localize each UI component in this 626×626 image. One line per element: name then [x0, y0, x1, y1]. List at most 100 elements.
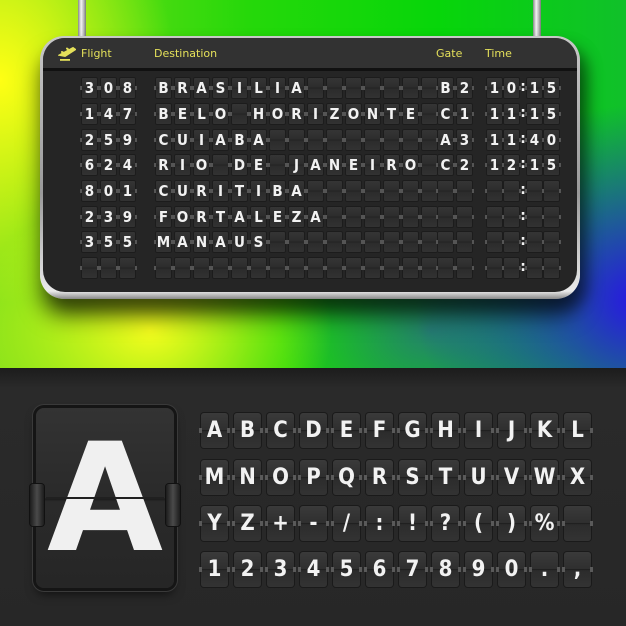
time-digit-tile: 1: [485, 103, 504, 125]
destination-letter-tile: [325, 231, 344, 253]
character-tile: 7: [397, 552, 428, 587]
character-tile: /: [331, 506, 362, 541]
destination-letter-tile: [344, 257, 363, 279]
destination-letter-tile: [382, 206, 401, 228]
flight-digit-tile: 4: [118, 154, 137, 176]
destination-letter-tile: R: [173, 77, 192, 99]
gate-tile: 1: [455, 103, 474, 125]
destination-letter-tile: [325, 129, 344, 151]
character-tile: :: [364, 506, 395, 541]
gate-tile: [455, 180, 474, 202]
gate-tile: [436, 257, 455, 279]
destination-letter-tile: [325, 257, 344, 279]
destination-letter-tile: [363, 77, 382, 99]
destination-letter-tile: L: [249, 206, 268, 228]
character-tile: (: [463, 506, 494, 541]
gate-tile: [436, 231, 455, 253]
destination-letter-tile: [344, 231, 363, 253]
character-tile: V: [496, 460, 527, 495]
time-digit-tile: [542, 231, 561, 253]
character-tile: R: [364, 460, 395, 495]
destination-letter-tile: [211, 154, 230, 176]
time-digit-tile: 5: [542, 103, 561, 125]
character-tile: U: [463, 460, 494, 495]
destination-letter-tile: A: [211, 231, 230, 253]
destination-letter-tile: [363, 180, 382, 202]
character-tile: 3: [265, 552, 296, 587]
destination-letter-tile: [344, 206, 363, 228]
time-digit-tile: 1: [525, 154, 544, 176]
time-digit-tile: [542, 257, 561, 279]
time-digit-tile: 1: [525, 77, 544, 99]
flight-digit-tile: 3: [99, 206, 118, 228]
flight-digit-tile: 9: [118, 129, 137, 151]
board-header: Flight Destination Gate Time: [43, 38, 577, 71]
character-tile: S: [397, 460, 428, 495]
time-digit-tile: [525, 231, 544, 253]
character-tile: X: [562, 460, 593, 495]
destination-letter-tile: A: [287, 180, 306, 202]
destination-letter-tile: B: [154, 103, 173, 125]
time-digit-tile: 1: [485, 129, 504, 151]
flight-digit-tile: 9: [118, 206, 137, 228]
destination-letter-tile: Z: [325, 103, 344, 125]
character-tile: A: [199, 413, 230, 448]
destination-letter-tile: [192, 257, 211, 279]
character-tile: -: [298, 506, 329, 541]
character-tile: 6: [364, 552, 395, 587]
destination-letter-tile: L: [192, 103, 211, 125]
gate-tile: 3: [455, 129, 474, 151]
time-digit-tile: 1: [502, 103, 521, 125]
destination-letter-tile: R: [192, 180, 211, 202]
destination-letter-tile: I: [173, 154, 192, 176]
flight-digit-tile: 5: [118, 231, 137, 253]
destination-letter-tile: R: [154, 154, 173, 176]
character-tile: %: [529, 506, 560, 541]
gate-tile: C: [436, 154, 455, 176]
flight-digit-tile: 3: [80, 77, 99, 99]
destination-letter-tile: [268, 257, 287, 279]
flight-digit-tile: 6: [80, 154, 99, 176]
time-digit-tile: 0: [542, 129, 561, 151]
destination-letter-tile: D: [230, 154, 249, 176]
destination-letter-tile: B: [230, 129, 249, 151]
destination-letter-tile: F: [154, 206, 173, 228]
time-digit-tile: [502, 206, 521, 228]
character-tile: G: [397, 413, 428, 448]
destination-letter-tile: [268, 154, 287, 176]
destination-letter-tile: E: [401, 103, 420, 125]
destination-letter-tile: [306, 129, 325, 151]
character-tile: L: [562, 413, 593, 448]
destination-letter-tile: [382, 257, 401, 279]
gate-tile: [455, 257, 474, 279]
gate-tile: B: [436, 77, 455, 99]
destination-letter-tile: B: [154, 77, 173, 99]
flight-digit-tile: 0: [99, 77, 118, 99]
time-digit-tile: [502, 231, 521, 253]
header-gate: Gate: [436, 47, 463, 60]
destination-letter-tile: O: [268, 103, 287, 125]
flight-digit-tile: 5: [99, 231, 118, 253]
destination-letter-tile: E: [268, 206, 287, 228]
character-tile: E: [331, 413, 362, 448]
destination-letter-tile: [363, 231, 382, 253]
destination-letter-tile: R: [287, 103, 306, 125]
character-tile: [562, 506, 593, 541]
destination-letter-tile: C: [154, 180, 173, 202]
time-digit-tile: 1: [502, 129, 521, 151]
destination-letter-tile: U: [173, 129, 192, 151]
time-digit-tile: [502, 180, 521, 202]
character-tile: T: [430, 460, 461, 495]
destination-letter-tile: I: [306, 103, 325, 125]
destination-letter-tile: O: [192, 154, 211, 176]
character-tile: ?: [430, 506, 461, 541]
destination-letter-tile: [230, 103, 249, 125]
character-tile: .: [529, 552, 560, 587]
flight-digit-tile: 4: [99, 103, 118, 125]
destination-letter-tile: I: [230, 77, 249, 99]
character-tile: W: [529, 460, 560, 495]
destination-letter-tile: I: [249, 180, 268, 202]
character-tile: +: [265, 506, 296, 541]
destination-letter-tile: N: [192, 231, 211, 253]
flight-digit-tile: 8: [80, 180, 99, 202]
